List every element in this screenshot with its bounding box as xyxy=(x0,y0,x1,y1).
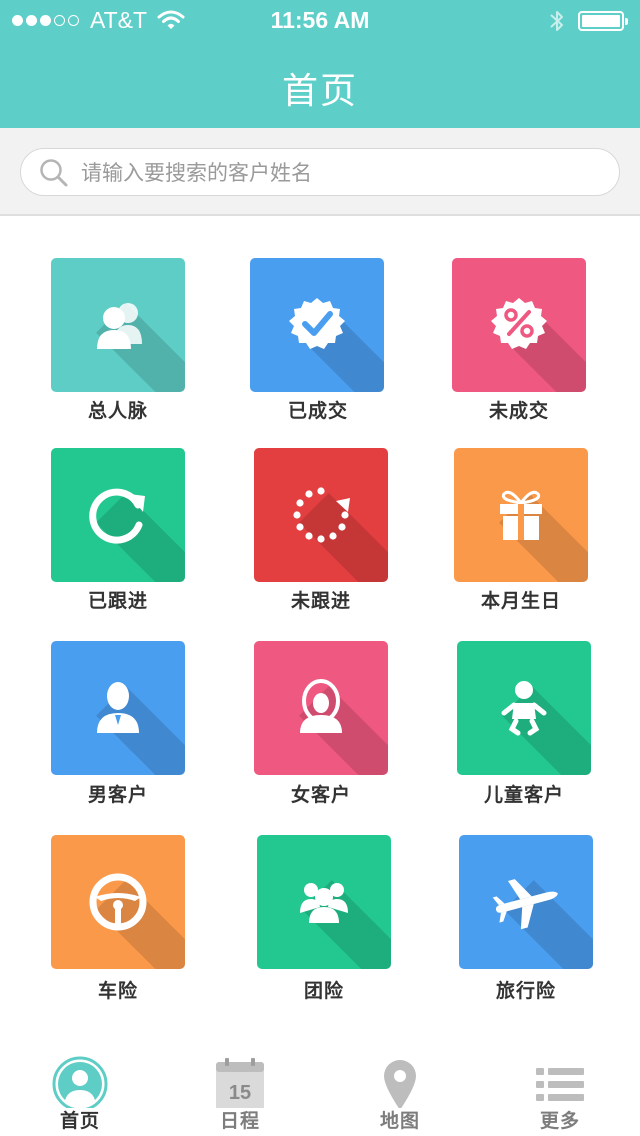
loading-dots-icon xyxy=(293,487,350,543)
tile-closed-deals[interactable] xyxy=(250,258,384,392)
tile-group-insurance[interactable] xyxy=(257,835,391,969)
tile-label: 已成交 xyxy=(287,400,348,422)
tile-male-customers[interactable] xyxy=(51,641,185,775)
male-user-icon xyxy=(97,682,139,733)
tile-label: 车险 xyxy=(97,980,138,1002)
tile-label: 总人脉 xyxy=(87,400,148,422)
tile-female-customers[interactable] xyxy=(254,641,388,775)
battery-icon xyxy=(578,11,628,31)
tab-bar: 首页 15 日程 地图 更多 xyxy=(0,1040,640,1136)
tile-label: 男客户 xyxy=(87,784,148,806)
airplane-icon xyxy=(492,879,558,930)
tile-label: 旅行险 xyxy=(495,980,556,1002)
tile-label: 儿童客户 xyxy=(483,784,564,806)
female-user-icon xyxy=(300,679,342,733)
tile-label: 本月生日 xyxy=(480,590,561,612)
top-bar: AT&T 11:56 AM 首页 xyxy=(0,0,640,128)
search-icon xyxy=(40,159,68,187)
gift-icon xyxy=(500,490,542,540)
tile-label: 团险 xyxy=(303,980,344,1002)
tile-birthday-this-month[interactable] xyxy=(454,448,588,582)
status-time: 11:56 AM xyxy=(270,7,370,33)
status-bar: AT&T 11:56 AM xyxy=(0,0,640,40)
tile-unclosed-deals[interactable] xyxy=(452,258,586,392)
tab-label: 首页 xyxy=(59,1110,100,1132)
map-pin-icon xyxy=(384,1060,416,1108)
search-bar xyxy=(0,128,640,216)
tab-home[interactable]: 首页 xyxy=(0,1040,160,1136)
bluetooth-icon xyxy=(550,11,563,31)
tile-car-insurance[interactable] xyxy=(51,835,185,969)
group-icon xyxy=(300,883,348,923)
people-icon xyxy=(97,303,142,349)
search-input[interactable] xyxy=(79,154,603,192)
tab-label: 地图 xyxy=(379,1110,420,1132)
tile-travel-insurance[interactable] xyxy=(459,835,593,969)
baby-icon xyxy=(501,681,547,736)
percent-badge-icon xyxy=(491,298,547,349)
tab-label: 日程 xyxy=(219,1110,260,1132)
home-avatar-icon xyxy=(52,1056,108,1108)
tile-child-customers[interactable] xyxy=(457,641,591,775)
calendar-icon: 15 xyxy=(216,1058,264,1108)
tile-label: 未跟进 xyxy=(290,590,351,612)
verified-badge-icon xyxy=(289,298,345,349)
tile-followed-up[interactable] xyxy=(51,448,185,582)
search-box[interactable] xyxy=(20,148,620,196)
tile-all-contacts[interactable] xyxy=(51,258,185,392)
tab-schedule[interactable]: 15 日程 xyxy=(160,1040,320,1136)
tab-label: 更多 xyxy=(539,1110,580,1132)
tile-label: 女客户 xyxy=(290,784,351,806)
tile-label: 未成交 xyxy=(488,400,549,422)
page-title: 首页 xyxy=(281,71,358,112)
tile-not-followed-up[interactable] xyxy=(254,448,388,582)
tab-map[interactable]: 地图 xyxy=(320,1040,480,1136)
list-icon xyxy=(536,1068,584,1101)
tab-more[interactable]: 更多 xyxy=(480,1040,640,1136)
tile-label: 已跟进 xyxy=(87,590,148,612)
calendar-day: 15 xyxy=(229,1082,251,1104)
steering-wheel-icon xyxy=(89,873,147,931)
refresh-icon xyxy=(89,488,145,544)
